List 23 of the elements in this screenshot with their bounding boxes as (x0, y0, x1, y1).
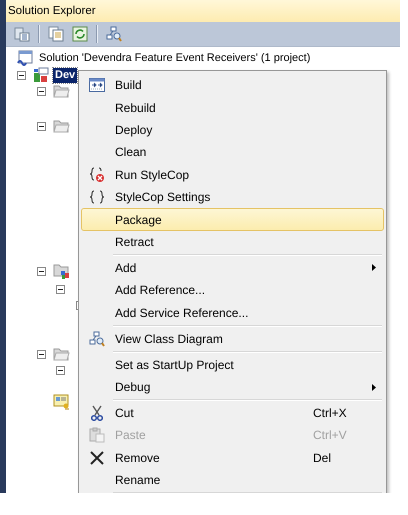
tree-item[interactable]: Solution 'Devendra Feature Event Receivers' (1 project) (37, 50, 312, 66)
menu-item[interactable]: Rebuild (81, 96, 384, 119)
menu-item[interactable]: Add Service Reference... (81, 302, 384, 324)
menu-item[interactable]: Set as StartUp Project (81, 353, 384, 376)
menu-item[interactable]: Debug (81, 376, 384, 398)
menu-item[interactable]: View Class Diagram (81, 327, 384, 350)
menu-item[interactable]: StyleCop Settings (81, 186, 384, 208)
panel-title: Solution Explorer (6, 0, 400, 22)
menu-item[interactable]: Package (81, 208, 384, 231)
menu-item[interactable]: Rename (81, 469, 384, 492)
menu-item[interactable]: Retract (81, 230, 384, 254)
menu-item[interactable]: Clean (81, 141, 384, 164)
menu-item[interactable]: Add Reference... (81, 279, 384, 302)
menu-item[interactable]: Build (81, 74, 384, 96)
menu-item[interactable]: Cut Ctrl+X (81, 402, 384, 424)
shortcut-label: Ctrl+V (313, 428, 348, 442)
menu-item[interactable]: Add (81, 256, 384, 280)
shortcut-label: Ctrl+X (313, 406, 348, 420)
menu-item[interactable]: Remove Del (81, 446, 384, 470)
menu-item[interactable]: Run StyleCop (81, 164, 384, 186)
menu-item[interactable]: Deploy (81, 118, 384, 142)
shortcut-label: Del (313, 450, 332, 465)
tree-item[interactable]: Dev (53, 68, 78, 82)
